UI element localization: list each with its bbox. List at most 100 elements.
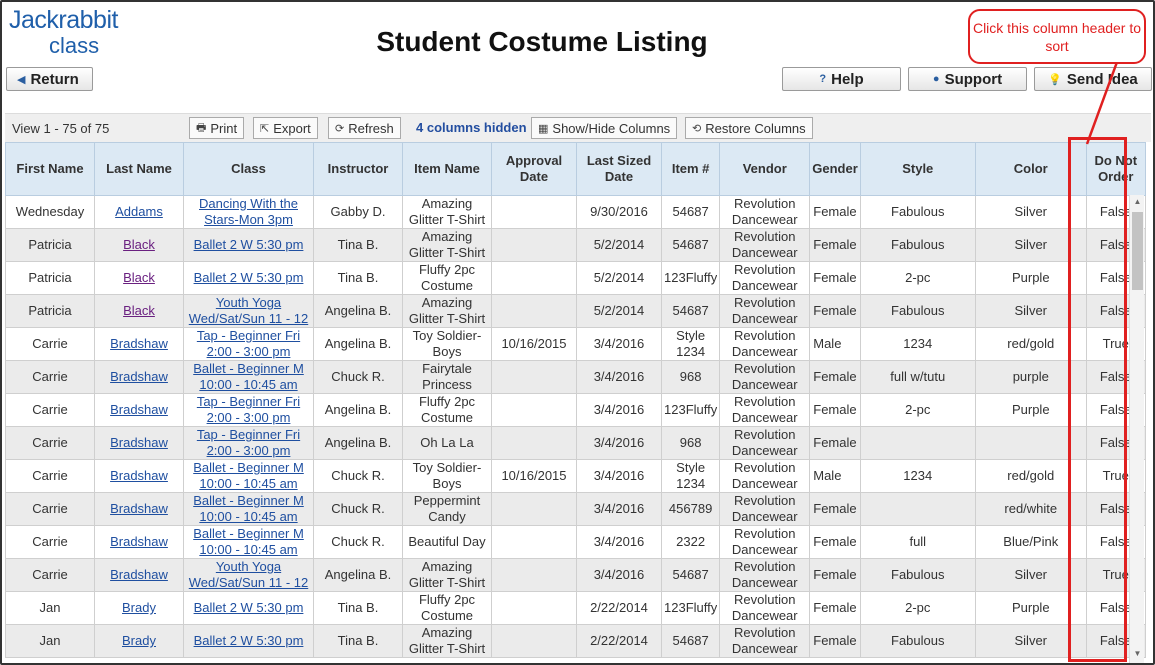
cell-item-number: Style 1234 <box>660 327 721 361</box>
student-last-name-link[interactable]: Bradshaw <box>110 402 168 417</box>
item-number-text: 968 <box>679 435 702 450</box>
cell-instructor: Chuck R. <box>313 492 403 526</box>
return-button[interactable]: ◀ Return <box>6 67 93 91</box>
printer-icon: 🖶 <box>196 121 207 134</box>
cell-first-name: Patricia <box>5 294 95 328</box>
class-link[interactable]: Ballet - Beginner M 10:00 - 10:45 am <box>193 461 304 492</box>
column-header-style[interactable]: Style <box>859 142 976 196</box>
cell-gender: Female <box>809 492 861 526</box>
cell-item-name: Amazing Glitter T-Shirt <box>402 624 492 658</box>
student-last-name-link[interactable]: Black <box>123 237 155 252</box>
hidden-columns-link[interactable]: 4 columns hidden <box>416 120 527 135</box>
column-header-first-name[interactable]: First Name <box>5 142 95 196</box>
student-last-name-link[interactable]: Black <box>123 303 155 318</box>
student-last-name-link[interactable]: Brady <box>122 633 156 648</box>
student-last-name-link[interactable]: Bradshaw <box>110 468 168 483</box>
class-link[interactable]: Youth Yoga Wed/Sat/Sun 11 - 12 <box>189 560 308 591</box>
column-header-item-number[interactable]: Item # <box>660 142 721 196</box>
support-button[interactable]: ● Support <box>908 67 1027 91</box>
refresh-icon: ⟳ <box>335 122 345 135</box>
student-last-name-link[interactable]: Addams <box>115 204 163 219</box>
cell-first-name: Jan <box>5 624 95 658</box>
cell-item-name: Amazing Glitter T-Shirt <box>402 228 492 262</box>
cell-item-name: Oh La La <box>402 426 492 460</box>
student-last-name-link[interactable]: Bradshaw <box>110 534 168 549</box>
scroll-thumb[interactable] <box>1132 212 1143 290</box>
cell-vendor: Revolution Dancewear <box>719 591 811 625</box>
cell-last-sized-date: 2/22/2014 <box>576 591 662 625</box>
cell-vendor: Revolution Dancewear <box>719 558 811 592</box>
cell-gender: Female <box>809 195 861 229</box>
show-hide-columns-button[interactable]: ▦ Show/Hide Columns <box>531 117 678 139</box>
class-link[interactable]: Youth Yoga Wed/Sat/Sun 11 - 12 <box>189 296 308 327</box>
class-link[interactable]: Ballet - Beginner M 10:00 - 10:45 am <box>193 494 304 525</box>
class-link[interactable]: Tap - Beginner Fri 2:00 - 3:00 pm <box>197 428 300 459</box>
class-link[interactable]: Ballet - Beginner M 10:00 - 10:45 am <box>193 362 304 393</box>
cell-last-name: Bradshaw <box>94 459 184 493</box>
cell-approval-date <box>491 525 577 559</box>
item-number-text: 968 <box>679 369 702 384</box>
cell-first-name: Carrie <box>5 459 95 493</box>
help-button[interactable]: ? Help <box>782 67 901 91</box>
cell-class: Youth Yoga Wed/Sat/Sun 11 - 12 <box>183 558 314 592</box>
class-link[interactable]: Ballet 2 W 5:30 pm <box>194 237 304 252</box>
cell-item-number: 2322 <box>660 525 721 559</box>
student-last-name-link[interactable]: Bradshaw <box>110 369 168 384</box>
return-label: Return <box>30 70 79 88</box>
column-header-instructor[interactable]: Instructor <box>313 142 403 196</box>
cell-style: Fabulous <box>859 558 976 592</box>
cell-approval-date <box>491 360 577 394</box>
item-number-text: Style 1234 <box>676 460 706 492</box>
cell-first-name: Carrie <box>5 426 95 460</box>
cell-last-name: Black <box>94 228 184 262</box>
column-header-last-sized-date[interactable]: Last Sized Date <box>576 142 662 196</box>
refresh-button[interactable]: ⟳ Refresh <box>328 117 401 139</box>
cell-gender: Female <box>809 228 861 262</box>
class-link[interactable]: Ballet 2 W 5:30 pm <box>194 600 304 615</box>
cell-instructor: Angelina B. <box>313 294 403 328</box>
send-idea-button[interactable]: 💡 Send Idea <box>1034 67 1152 91</box>
restore-columns-button[interactable]: ⟲ Restore Columns <box>685 117 813 139</box>
cell-item-number: 456789 <box>660 492 721 526</box>
column-header-approval-date[interactable]: Approval Date <box>491 142 577 196</box>
class-link[interactable]: Ballet 2 W 5:30 pm <box>194 633 304 648</box>
cell-style: 2-pc <box>859 261 976 295</box>
student-last-name-link[interactable]: Bradshaw <box>110 435 168 450</box>
class-link[interactable]: Ballet 2 W 5:30 pm <box>194 270 304 285</box>
student-last-name-link[interactable]: Bradshaw <box>110 501 168 516</box>
table-row: Carrie Bradshaw Ballet - Beginner M 10:00 … <box>5 492 1146 526</box>
column-header-last-name[interactable]: Last Name <box>94 142 184 196</box>
print-button[interactable]: 🖶 Print <box>189 117 245 139</box>
cell-style: Fabulous <box>859 294 976 328</box>
vertical-scrollbar[interactable]: ▲ ▼ <box>1129 195 1144 663</box>
scroll-up-icon[interactable]: ▲ <box>1130 197 1145 209</box>
cell-item-number: 54687 <box>660 558 721 592</box>
cell-vendor: Revolution Dancewear <box>719 294 811 328</box>
class-link[interactable]: Ballet - Beginner M 10:00 - 10:45 am <box>193 527 304 558</box>
student-last-name-link[interactable]: Black <box>123 270 155 285</box>
student-last-name-link[interactable]: Brady <box>122 600 156 615</box>
class-link[interactable]: Dancing With the Stars-Mon 3pm <box>199 197 298 228</box>
cell-item-number: 54687 <box>660 228 721 262</box>
table-row: Carrie Bradshaw Tap - Beginner Fri 2:00 - … <box>5 393 1146 427</box>
student-last-name-link[interactable]: Bradshaw <box>110 336 168 351</box>
class-link[interactable]: Tap - Beginner Fri 2:00 - 3:00 pm <box>197 395 300 426</box>
cell-item-number: 54687 <box>660 294 721 328</box>
export-button[interactable]: ⇱ Export <box>253 117 318 139</box>
cell-instructor: Gabby D. <box>313 195 403 229</box>
column-header-item-name[interactable]: Item Name <box>402 142 492 196</box>
cell-approval-date <box>491 492 577 526</box>
item-number-text: 54687 <box>672 204 709 219</box>
column-header-gender[interactable]: Gender <box>809 142 861 196</box>
cell-class: Ballet 2 W 5:30 pm <box>183 624 314 658</box>
column-header-class[interactable]: Class <box>183 142 314 196</box>
student-last-name-link[interactable]: Bradshaw <box>110 567 168 582</box>
cell-approval-date <box>491 261 577 295</box>
item-number-text: 123Fluffy <box>664 270 718 285</box>
cell-item-name: Toy Soldier-Boys <box>402 459 492 493</box>
class-link[interactable]: Tap - Beginner Fri 2:00 - 3:00 pm <box>197 329 300 360</box>
cell-instructor: Angelina B. <box>313 426 403 460</box>
cell-vendor: Revolution Dancewear <box>719 261 811 295</box>
scroll-down-icon[interactable]: ▼ <box>1130 649 1145 661</box>
column-header-vendor[interactable]: Vendor <box>719 142 811 196</box>
